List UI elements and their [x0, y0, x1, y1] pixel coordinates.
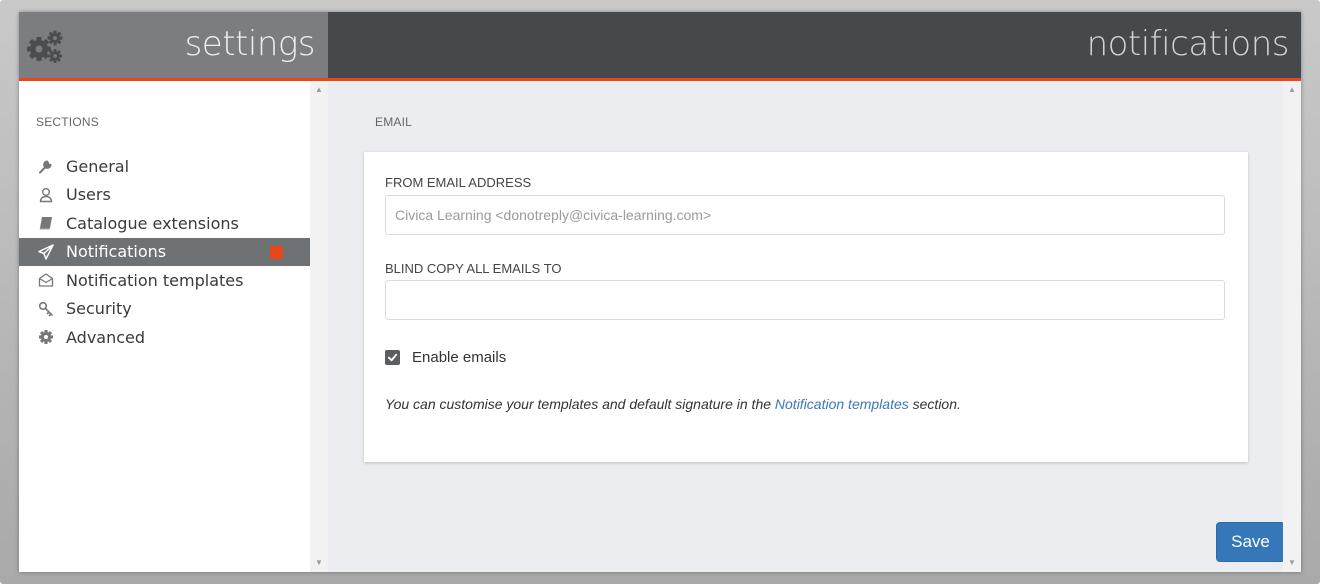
- enable-emails-label: Enable emails: [412, 349, 507, 366]
- notification-templates-link[interactable]: Notification templates: [775, 396, 909, 412]
- checkmark-icon: [387, 353, 398, 362]
- app-title: settings: [184, 24, 316, 64]
- sidebar: SECTIONS General Users Catalogue extensi…: [19, 81, 310, 572]
- scroll-down-arrow-icon[interactable]: ▼: [310, 558, 328, 568]
- main-content: EMAIL FROM EMAIL ADDRESS BLIND COPY ALL …: [328, 81, 1285, 572]
- sidebar-item-label: Users: [66, 185, 111, 205]
- save-button[interactable]: Save: [1216, 522, 1285, 562]
- gears-icon: [25, 30, 65, 64]
- settings-window: settings notifications SECTIONS General …: [19, 12, 1301, 572]
- active-indicator: [270, 245, 283, 259]
- scroll-down-arrow-icon[interactable]: ▼: [1283, 558, 1301, 568]
- cog-icon: [38, 329, 54, 345]
- bcc-email-input[interactable]: [385, 280, 1225, 320]
- scroll-up-arrow-icon[interactable]: ▲: [310, 85, 328, 95]
- sidebar-item-users[interactable]: Users: [19, 181, 310, 210]
- sidebar-item-label: General: [66, 156, 130, 176]
- sidebar-item-label: Security: [66, 299, 132, 319]
- enable-emails-checkbox[interactable]: [385, 350, 400, 365]
- sidebar-item-notification-templates[interactable]: Notification templates: [19, 266, 310, 295]
- sidebar-item-label: Notifications: [66, 242, 167, 262]
- user-icon: [38, 187, 54, 203]
- scroll-up-arrow-icon[interactable]: ▲: [1283, 85, 1301, 95]
- sidebar-item-label: Catalogue extensions: [66, 213, 239, 233]
- sidebar-item-security[interactable]: Security: [19, 295, 310, 324]
- page-title: notifications: [1086, 24, 1290, 64]
- help-text: You can customise your templates and def…: [385, 396, 961, 412]
- sidebar-scrollbar[interactable]: ▲ ▼: [310, 81, 328, 572]
- bcc-label: BLIND COPY ALL EMAILS TO: [385, 261, 562, 276]
- email-settings-card: FROM EMAIL ADDRESS BLIND COPY ALL EMAILS…: [364, 152, 1248, 462]
- book-icon: [38, 215, 54, 231]
- sidebar-item-label: Notification templates: [66, 270, 244, 290]
- help-text-prefix: You can customise your templates and def…: [385, 396, 775, 412]
- paper-plane-icon: [38, 244, 54, 260]
- key-icon: [38, 301, 54, 317]
- help-text-suffix: section.: [908, 396, 961, 412]
- header: settings notifications: [19, 12, 1301, 81]
- header-page-area: notifications: [328, 12, 1301, 78]
- main-scrollbar[interactable]: ▲ ▼: [1283, 81, 1301, 572]
- enable-emails-row: Enable emails: [385, 349, 506, 366]
- sidebar-item-label: Advanced: [66, 327, 146, 347]
- sidebar-item-catalogue-extensions[interactable]: Catalogue extensions: [19, 209, 310, 238]
- sections-heading: SECTIONS: [36, 115, 99, 129]
- sidebar-item-general[interactable]: General: [19, 152, 310, 181]
- wrench-icon: [38, 158, 54, 174]
- sidebar-item-notifications[interactable]: Notifications: [19, 237, 310, 266]
- email-section-heading: EMAIL: [375, 115, 413, 129]
- sidebar-nav: General Users Catalogue extensions Notif…: [19, 152, 310, 352]
- from-email-label: FROM EMAIL ADDRESS: [385, 175, 532, 190]
- header-app-area: settings: [19, 12, 328, 78]
- from-email-input[interactable]: [385, 195, 1225, 235]
- sidebar-item-advanced[interactable]: Advanced: [19, 323, 310, 352]
- envelope-open-icon: [38, 272, 54, 288]
